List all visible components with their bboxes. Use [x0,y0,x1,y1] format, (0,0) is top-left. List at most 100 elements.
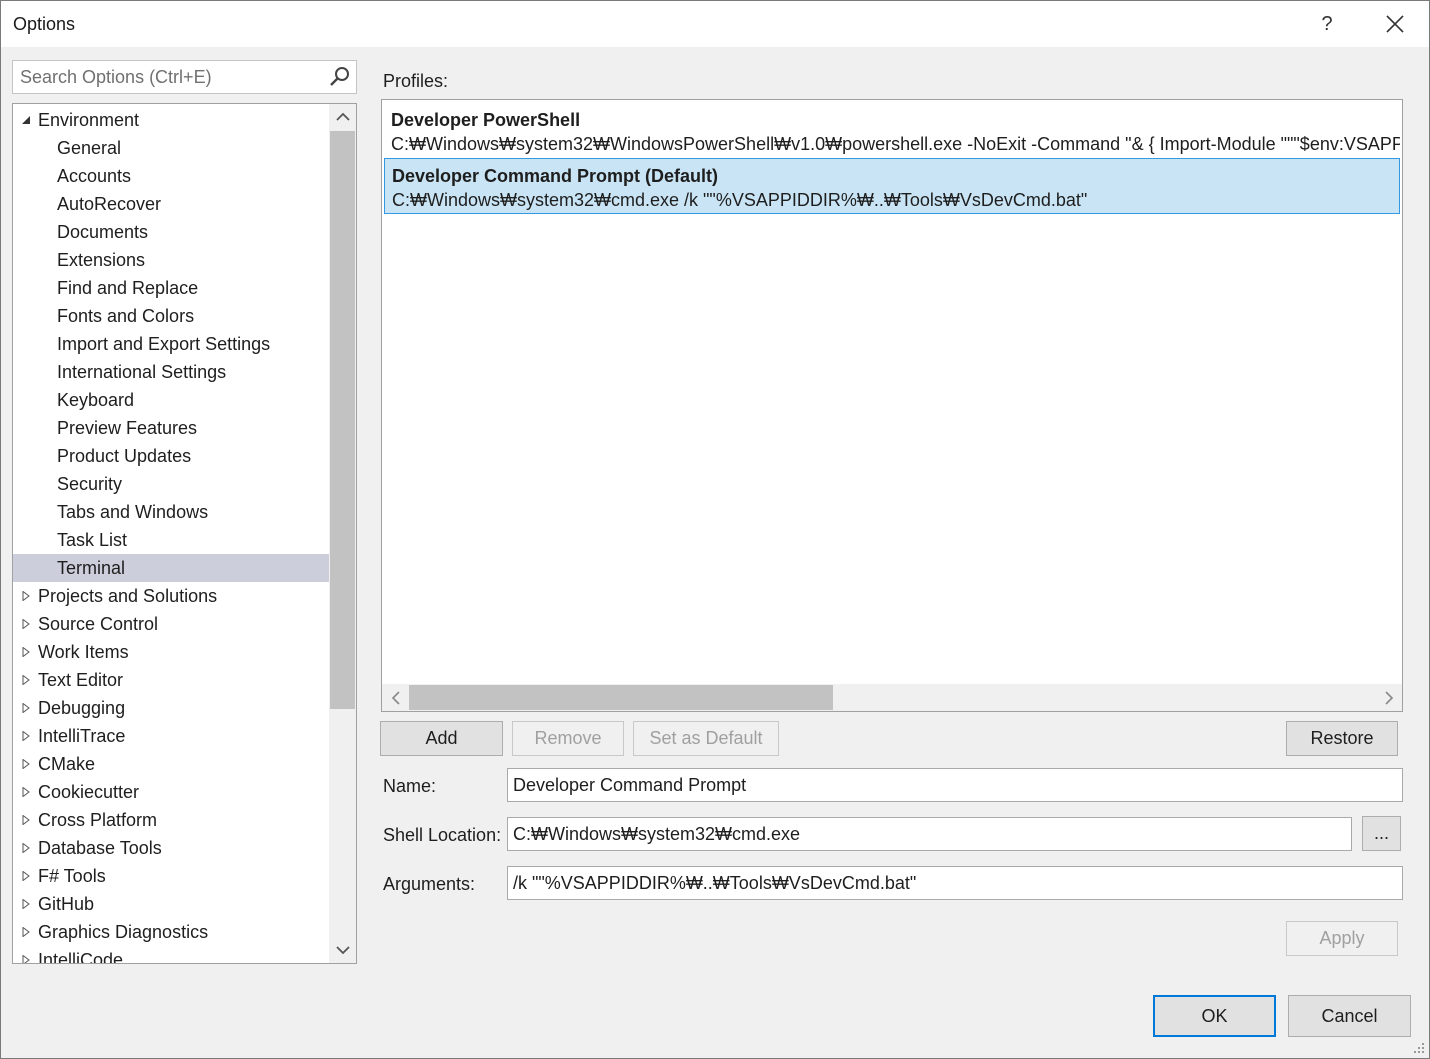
tree-item-documents[interactable]: Documents [13,218,329,246]
collapsed-arrow-icon[interactable] [21,591,31,601]
tree-item-autorecover[interactable]: AutoRecover [13,190,329,218]
tree-item-database-tools[interactable]: Database Tools [13,834,329,862]
tree-item-label: Find and Replace [57,278,199,298]
tree-item-intellitrace[interactable]: IntelliTrace [13,722,329,750]
tree-item-international-settings[interactable]: International Settings [13,358,329,386]
cancel-button[interactable]: Cancel [1288,995,1411,1037]
apply-button[interactable]: Apply [1286,921,1398,956]
search-box[interactable] [12,60,357,94]
tree-item-keyboard[interactable]: Keyboard [13,386,329,414]
ok-button[interactable]: OK [1153,995,1276,1037]
tree-scroll-thumb[interactable] [330,131,355,709]
tree-item-task-list[interactable]: Task List [13,526,329,554]
help-button[interactable]: ? [1297,1,1357,47]
tree-item-debugging[interactable]: Debugging [13,694,329,722]
title-bar: Options ? [1,1,1429,47]
profile-item-command-prompt[interactable]: Developer Command Prompt (Default) C:₩Wi… [384,158,1400,214]
collapsed-arrow-icon[interactable] [21,787,31,797]
tree-item-terminal[interactable]: Terminal [13,554,329,582]
tree-item-label: Graphics Diagnostics [38,922,209,942]
tree-item-general[interactable]: General [13,134,329,162]
tree-item-label: International Settings [57,362,227,382]
tree-item-label: GitHub [38,894,95,914]
profile-item-powershell[interactable]: Developer PowerShell C:₩Windows₩system32… [384,100,1400,156]
collapsed-arrow-icon[interactable] [21,815,31,825]
name-field[interactable]: Developer Command Prompt [507,768,1403,802]
collapsed-arrow-icon[interactable] [21,899,31,909]
scroll-right-button[interactable] [1375,684,1402,711]
tree-item-label: IntelliCode [38,950,124,964]
chevron-up-icon [335,112,350,121]
arguments-label: Arguments: [383,874,476,894]
tree-item-cookiecutter[interactable]: Cookiecutter [13,778,329,806]
tree-item-intellicode[interactable]: IntelliCode [13,946,329,964]
search-input[interactable] [13,61,323,93]
tree-item-github[interactable]: GitHub [13,890,329,918]
collapsed-arrow-icon[interactable] [21,731,31,741]
tree-item-graphics-diagnostics[interactable]: Graphics Diagnostics [13,918,329,946]
tree-item-cross-platform[interactable]: Cross Platform [13,806,329,834]
shell-location-field[interactable]: C:₩Windows₩system32₩cmd.exe [507,817,1352,851]
tree-item-tabs-and-windows[interactable]: Tabs and Windows [13,498,329,526]
tree-item-source-control[interactable]: Source Control [13,610,329,638]
name-label: Name: [383,776,437,796]
tree-item-fonts-and-colors[interactable]: Fonts and Colors [13,302,329,330]
profiles-horizontal-scrollbar[interactable] [382,684,1402,711]
tree-item-extensions[interactable]: Extensions [13,246,329,274]
tree-item-label: CMake [38,754,96,774]
tree-item-label: Cross Platform [38,810,158,830]
close-button[interactable] [1365,1,1425,47]
profile-name: Developer PowerShell [391,110,581,130]
collapsed-arrow-icon[interactable] [21,871,31,881]
set-as-default-button[interactable]: Set as Default [633,721,779,756]
collapsed-arrow-icon[interactable] [21,675,31,685]
tree-item-label: Text Editor [38,670,124,690]
remove-button[interactable]: Remove [512,721,624,756]
browse-button[interactable]: ... [1362,816,1401,851]
tree-item-f-tools[interactable]: F# Tools [13,862,329,890]
chevron-left-icon [391,690,400,705]
tree-item-import-and-export-settings[interactable]: Import and Export Settings [13,330,329,358]
tree-item-label: Tabs and Windows [57,502,209,522]
tree-item-label: Product Updates [57,446,192,466]
resize-grip-icon[interactable] [1413,1042,1425,1054]
scroll-up-button[interactable] [329,104,356,130]
tree-scrollbar[interactable] [329,104,356,963]
tree-item-product-updates[interactable]: Product Updates [13,442,329,470]
tree-item-label: Terminal [57,558,126,578]
tree-item-text-editor[interactable]: Text Editor [13,666,329,694]
tree-item-work-items[interactable]: Work Items [13,638,329,666]
tree-item-label: Fonts and Colors [57,306,195,326]
tree-item-label: Security [57,474,123,494]
tree-item-preview-features[interactable]: Preview Features [13,414,329,442]
collapsed-arrow-icon[interactable] [21,759,31,769]
tree-item-find-and-replace[interactable]: Find and Replace [13,274,329,302]
tree-list: Environment General Accounts AutoRecover Doc… [13,106,329,964]
tree-item-label: Accounts [57,166,132,186]
tree-item-environment[interactable]: Environment [13,106,329,134]
tree-item-label: Environment [38,110,140,130]
tree-item-projects-and-solutions[interactable]: Projects and Solutions [13,582,329,610]
arguments-field[interactable]: /k ""%VSAPPIDDIR%₩..₩Tools₩VsDevCmd.bat" [507,866,1403,900]
tree-item-label: Work Items [38,642,129,662]
collapsed-arrow-icon[interactable] [21,955,31,964]
collapsed-arrow-icon[interactable] [21,703,31,713]
tree-item-accounts[interactable]: Accounts [13,162,329,190]
collapsed-arrow-icon[interactable] [21,843,31,853]
scroll-left-button[interactable] [382,684,409,711]
expanded-arrow-icon[interactable] [21,115,31,125]
profile-command: C:₩Windows₩system32₩cmd.exe /k ""%VSAPPI… [392,190,1088,210]
collapsed-arrow-icon[interactable] [21,647,31,657]
chevron-down-icon [335,946,350,955]
collapsed-arrow-icon[interactable] [21,927,31,937]
tree-item-cmake[interactable]: CMake [13,750,329,778]
search-icon[interactable] [328,65,352,89]
tree-item-security[interactable]: Security [13,470,329,498]
window-title: Options [13,14,76,34]
add-button[interactable]: Add [380,721,503,756]
scroll-down-button[interactable] [329,937,356,963]
collapsed-arrow-icon[interactable] [21,619,31,629]
tree-item-label: Extensions [57,250,146,270]
profiles-scroll-thumb[interactable] [409,685,833,710]
restore-button[interactable]: Restore [1286,721,1398,756]
